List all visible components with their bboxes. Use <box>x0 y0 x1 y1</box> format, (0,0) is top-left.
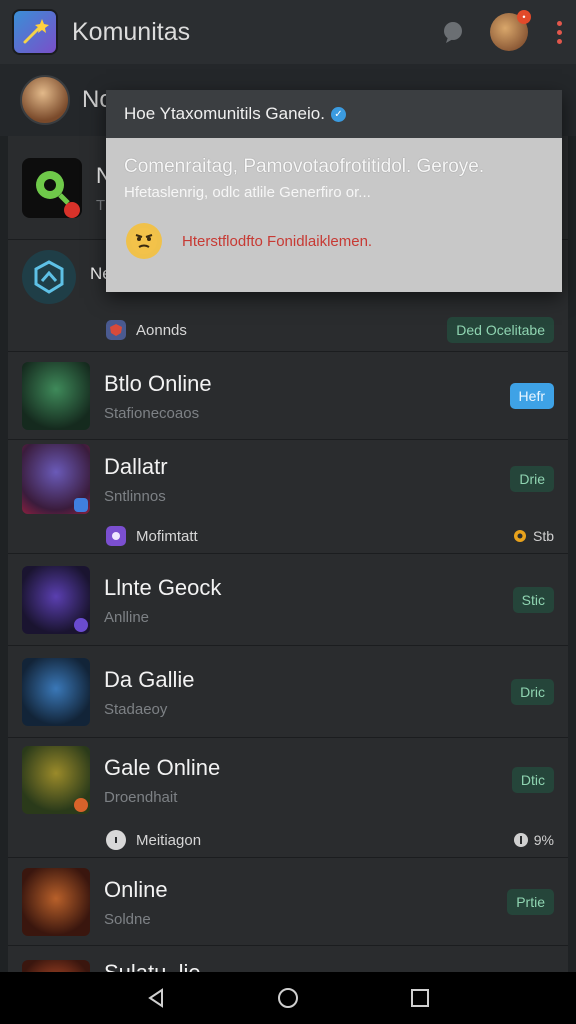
game-title: Gale Online <box>104 754 221 780</box>
info-icon <box>106 830 126 850</box>
app-bar: Komunitas • <box>0 0 576 64</box>
game-title: Llnte Geock <box>104 574 222 600</box>
list-item[interactable]: Da Gallie Stadaeoy Dric <box>8 646 568 738</box>
game-thumbnail <box>22 658 90 726</box>
magnifier-icon <box>36 171 80 218</box>
platform-badge-icon <box>74 498 88 512</box>
status-pill[interactable]: Dtic <box>511 767 554 793</box>
wand-icon <box>23 19 49 44</box>
system-nav-bar <box>0 972 576 1024</box>
info-circle-icon <box>513 833 528 847</box>
status-pill[interactable]: Drie <box>510 466 554 492</box>
chat-icon[interactable] <box>436 15 470 49</box>
shield-emblem-icon <box>106 320 126 340</box>
meta-stat-value: 9% <box>533 832 554 848</box>
app-logo[interactable] <box>12 9 58 55</box>
meta-label: Meitiagon <box>136 831 202 849</box>
app-title: Komunitas <box>72 17 191 46</box>
list-item-meta: Meitiagon 9% <box>8 822 568 858</box>
game-thumbnail <box>22 566 90 634</box>
profile-avatar[interactable]: • <box>490 10 531 51</box>
gamepad-icon <box>106 526 126 546</box>
list-item[interactable]: Dallatr Sntlinnos Drie Mofimtatt Stb <box>8 440 568 554</box>
game-subtitle: Soldne <box>104 910 151 928</box>
list-item[interactable]: Gale Online Droendhait Dtic Meitiagon 9% <box>8 738 568 858</box>
game-subtitle: Stadaeoy <box>104 700 168 718</box>
meta-stat-value: Stb <box>532 528 554 544</box>
home-icon[interactable] <box>276 986 300 1010</box>
meta-label: Mofimtatt <box>136 527 198 545</box>
shield-icon <box>34 260 64 294</box>
popup-subtitle: Hfetaslenrig, odlc atlile Generfiro or..… <box>124 184 371 201</box>
community-popup[interactable]: Hoe Ytaxomunitils Ganeio. ✓ Comenraitag,… <box>106 90 562 292</box>
game-thumbnail <box>22 746 90 814</box>
game-subtitle: Droendhait <box>104 788 178 806</box>
game-thumbnail <box>22 444 90 514</box>
game-title: Online <box>104 876 168 902</box>
game-subtitle: Sntlinnos <box>104 487 166 505</box>
status-pill[interactable]: Stic <box>512 587 554 613</box>
user-avatar[interactable] <box>20 75 70 125</box>
status-pill[interactable]: Prtie <box>507 889 554 915</box>
recents-icon[interactable] <box>408 986 432 1010</box>
list-item-meta: Aonnds Ded Ocelitabe <box>8 308 568 352</box>
back-icon[interactable] <box>144 986 168 1010</box>
notification-badge: • <box>517 10 531 24</box>
status-pill[interactable]: Hefr <box>509 383 554 409</box>
game-subtitle: Stafionecoaos <box>104 404 200 422</box>
meta-label: Aonnds <box>136 321 187 339</box>
game-thumbnail <box>22 250 76 304</box>
popup-header: Hoe Ytaxomunitils Ganeio. ✓ <box>106 90 562 138</box>
status-pill[interactable]: Ded Ocelitabe <box>447 317 554 343</box>
list-item-meta: Mofimtatt Stb <box>8 518 568 554</box>
game-subtitle: Anlline <box>104 608 150 626</box>
game-thumbnail <box>22 362 90 430</box>
list-item[interactable]: Online Soldne Prtie <box>8 858 568 946</box>
verified-icon: ✓ <box>330 106 346 122</box>
popup-warning-row[interactable]: Hterstflodfto Fonidlaiklemen. <box>106 201 562 259</box>
status-pill[interactable]: Dric <box>511 679 554 705</box>
popup-header-text: Hoe Ytaxomunitils Ganeio. <box>124 104 325 123</box>
platform-badge-icon <box>74 798 88 812</box>
meta-stat: Stb <box>512 528 554 544</box>
gear-icon <box>513 530 526 542</box>
game-title: Dallatr <box>104 453 168 479</box>
game-title: Btlo Online <box>104 370 212 396</box>
more-options-icon[interactable] <box>554 20 564 44</box>
platform-badge-icon <box>74 618 88 632</box>
game-title: Da Gallie <box>104 666 195 692</box>
list-item[interactable]: Llnte Geock Anlline Stic <box>8 554 568 646</box>
game-thumbnail <box>22 868 90 936</box>
angry-emoji-icon <box>126 223 162 259</box>
popup-warning-text: Hterstflodfto Fonidlaiklemen. <box>182 232 373 250</box>
popup-title: Comenraitag, Pamovotaofrotitidol. Geroye… <box>124 156 485 177</box>
game-thumbnail <box>22 158 82 218</box>
meta-stat: 9% <box>513 832 554 848</box>
list-item[interactable]: Btlo Online Stafionecoaos Hefr <box>8 352 568 440</box>
